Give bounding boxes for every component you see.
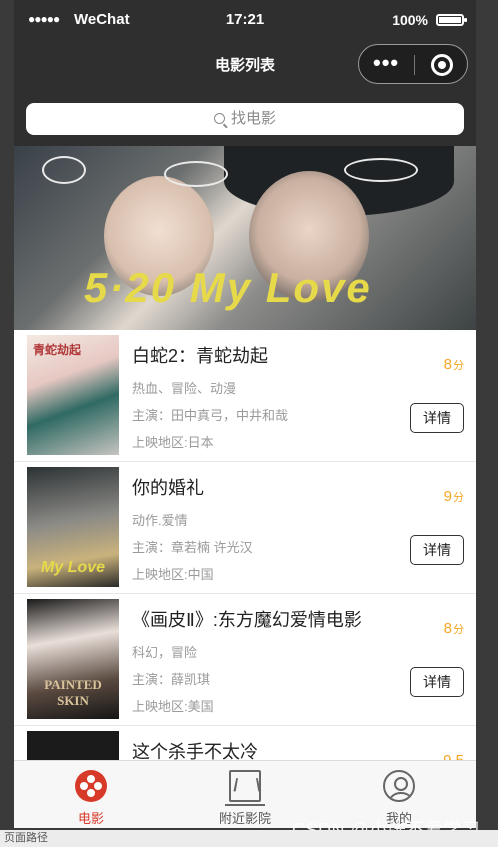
movie-poster[interactable] <box>27 731 119 760</box>
status-bar: ●●●●● WeChat 17:21 100% <box>14 0 476 42</box>
movie-score: 9.5 <box>443 752 464 760</box>
movie-score: 8分 <box>444 620 464 637</box>
poster-title: PAINTED SKIN <box>44 677 102 708</box>
mini-program-capsule: ••• <box>358 44 468 84</box>
detail-button[interactable]: 详情 <box>410 535 464 565</box>
score-value: 8 <box>443 620 452 637</box>
battery-icon <box>436 14 467 26</box>
movie-title: 白蛇2：青蛇劫起 <box>132 346 269 366</box>
movie-item[interactable]: 这个杀手不太冷 9.5 <box>14 726 476 760</box>
more-dots-icon[interactable]: ••• <box>373 52 399 74</box>
movie-score: 9分 <box>444 488 464 505</box>
movie-info: 《画皮Ⅱ》:东方魔幻爱情电影 科幻，冒险 主演：薛凯琪 上映地区:美国 <box>132 606 392 715</box>
movie-score: 8分 <box>444 356 464 373</box>
score-value: 8 <box>443 356 452 373</box>
detail-button[interactable]: 详情 <box>410 403 464 433</box>
movie-genre: 动作.爱情 <box>132 513 188 528</box>
movie-cast: 主演：章若楠 许光汉 <box>132 540 253 555</box>
user-profile-icon <box>383 770 415 802</box>
score-unit: 分 <box>453 492 464 504</box>
movie-genre: 热血、冒险、动漫 <box>132 381 237 396</box>
movie-genre: 科幻，冒险 <box>132 645 198 660</box>
movie-item[interactable]: 青蛇劫起 白蛇2：青蛇劫起 热血、冒险、动漫 主演：田中真弓，中井和哉 上映地区… <box>14 330 476 462</box>
search-area: 找电影 <box>14 86 476 146</box>
movie-poster[interactable]: PAINTED SKIN <box>27 599 119 719</box>
poster-title: 青蛇劫起 <box>33 343 82 357</box>
movie-cast: 主演：薛凯琪 <box>132 672 211 687</box>
movie-cast: 主演：田中真弓，中井和哉 <box>132 408 289 423</box>
mini-program-close-icon[interactable] <box>431 54 453 76</box>
movie-title: 这个杀手不太冷 <box>132 742 258 760</box>
page-path-bar: 页面路径 <box>0 830 498 847</box>
movie-poster[interactable]: My Love <box>27 467 119 587</box>
cinema-screen-icon <box>225 770 265 806</box>
film-reel-icon <box>75 770 107 802</box>
movie-region: 上映地区:中国 <box>132 567 214 582</box>
movie-region: 上映地区:日本 <box>132 435 214 450</box>
movie-info: 白蛇2：青蛇劫起 热血、冒险、动漫 主演：田中真弓，中井和哉 上映地区:日本 <box>132 342 392 451</box>
battery-percent: 100% <box>392 12 428 28</box>
movie-item[interactable]: PAINTED SKIN 《画皮Ⅱ》:东方魔幻爱情电影 科幻，冒险 主演：薛凯琪… <box>14 594 476 726</box>
score-value: 9 <box>443 488 452 505</box>
search-icon <box>213 113 225 124</box>
score-value: 9.5 <box>443 752 464 760</box>
movie-list: 青蛇劫起 白蛇2：青蛇劫起 热血、冒险、动漫 主演：田中真弓，中井和哉 上映地区… <box>14 330 476 760</box>
tab-movies[interactable]: 电影 <box>14 761 168 828</box>
banner-logo: 5·20 My Love <box>84 264 372 311</box>
capsule-divider <box>414 55 415 75</box>
detail-button[interactable]: 详情 <box>410 667 464 697</box>
score-unit: 分 <box>453 360 464 372</box>
movie-item[interactable]: My Love 你的婚礼 动作.爱情 主演：章若楠 许光汉 上映地区:中国 9分… <box>14 462 476 594</box>
search-input[interactable]: 找电影 <box>26 103 464 135</box>
movie-info: 这个杀手不太冷 <box>132 738 392 760</box>
tab-label: 电影 <box>77 811 104 826</box>
movie-title: 你的婚礼 <box>132 478 204 498</box>
banner-doodle <box>164 161 228 187</box>
navigation-bar: 电影列表 ••• <box>14 42 476 86</box>
score-unit: 分 <box>453 624 464 636</box>
phone-screen: ●●●●● WeChat 17:21 100% 电影列表 ••• 找电影 5·2… <box>14 0 476 828</box>
movie-region: 上映地区:美国 <box>132 699 214 714</box>
banner-doodle <box>42 156 86 184</box>
poster-title: My Love <box>40 559 105 576</box>
banner-image[interactable]: 5·20 My Love <box>14 146 476 330</box>
banner-doodle <box>344 158 418 182</box>
search-placeholder: 找电影 <box>230 110 276 127</box>
movie-info: 你的婚礼 动作.爱情 主演：章若楠 许光汉 上映地区:中国 <box>132 474 392 583</box>
movie-poster[interactable]: 青蛇劫起 <box>27 335 119 455</box>
movie-title: 《画皮Ⅱ》:东方魔幻爱情电影 <box>132 610 362 630</box>
